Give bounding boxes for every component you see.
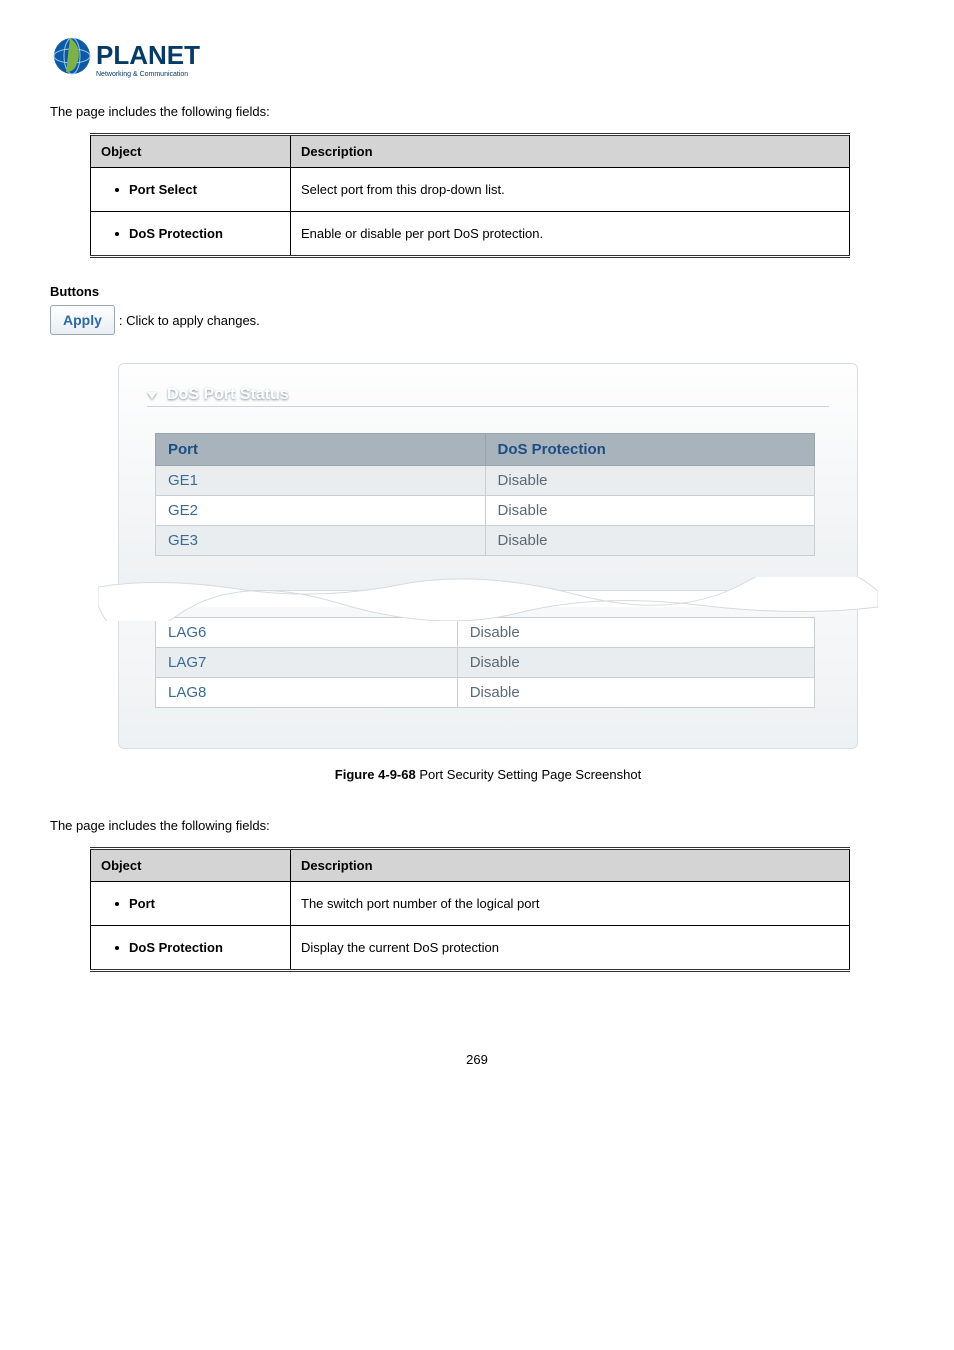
collapse-icon bbox=[147, 392, 157, 399]
dos-port-status-panel-bottom: LAG6Disable LAG7Disable LAG8Disable bbox=[118, 607, 858, 749]
table1-row0-object: Port Select bbox=[91, 168, 291, 212]
intro-text-1: The page includes the following fields: bbox=[50, 104, 904, 119]
panel-title: DoS Port Status bbox=[147, 386, 829, 407]
intro-text-2: The page includes the following fields: bbox=[50, 818, 904, 833]
page-number: 269 bbox=[50, 1052, 904, 1067]
table1-row0-desc: Select port from this drop-down list. bbox=[291, 168, 850, 212]
table-row: GE2Disable bbox=[156, 496, 815, 526]
apply-description: : Click to apply changes. bbox=[119, 313, 260, 328]
table-row: LAG6Disable bbox=[156, 618, 815, 648]
table2-row1-object: DoS Protection bbox=[91, 926, 291, 971]
buttons-heading: Buttons bbox=[50, 284, 904, 299]
fields-table-2: Object Description Port The switch port … bbox=[90, 847, 850, 972]
table-row: GE3Disable bbox=[156, 526, 815, 556]
table1-row1-desc: Enable or disable per port DoS protectio… bbox=[291, 212, 850, 257]
table1-header-object: Object bbox=[91, 135, 291, 168]
table1-header-description: Description bbox=[291, 135, 850, 168]
port-status-table-top: Port DoS Protection GE1Disable GE2Disabl… bbox=[155, 433, 815, 556]
dos-port-status-panel: DoS Port Status Port DoS Protection GE1D… bbox=[118, 363, 858, 591]
figure-caption: Figure 4-9-68 Port Security Setting Page… bbox=[118, 767, 858, 782]
table-row: LAG7Disable bbox=[156, 648, 815, 678]
fields-table-1: Object Description Port Select Select po… bbox=[90, 133, 850, 258]
port-status-table-bottom: LAG6Disable LAG7Disable LAG8Disable bbox=[155, 617, 815, 708]
port-header-port: Port bbox=[156, 434, 486, 466]
table-row: GE1Disable bbox=[156, 466, 815, 496]
svg-text:Networking & Communication: Networking & Communication bbox=[96, 71, 188, 78]
table2-row1-desc: Display the current DoS protection bbox=[291, 926, 850, 971]
table1-row1-object: DoS Protection bbox=[91, 212, 291, 257]
port-header-dos: DoS Protection bbox=[485, 434, 815, 466]
table2-header-object: Object bbox=[91, 849, 291, 882]
apply-button[interactable]: Apply bbox=[50, 305, 115, 335]
svg-text:PLANET: PLANET bbox=[96, 40, 200, 70]
table-row: LAG8Disable bbox=[156, 678, 815, 708]
table2-row0-object: Port bbox=[91, 882, 291, 926]
brand-logo: PLANET Networking & Communication bbox=[50, 30, 904, 86]
table2-row0-desc: The switch port number of the logical po… bbox=[291, 882, 850, 926]
table2-header-description: Description bbox=[291, 849, 850, 882]
